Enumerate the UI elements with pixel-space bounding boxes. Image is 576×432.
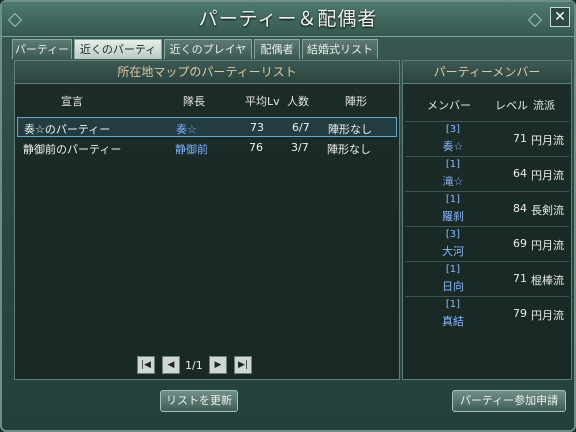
next-page-icon[interactable]: ▶ — [209, 356, 227, 374]
col-name: 宣言 — [61, 95, 83, 108]
page-indicator: 1/1 — [185, 359, 203, 372]
member-group: [1] — [445, 159, 461, 170]
member-style: 円月流 — [531, 169, 564, 182]
party-avg-lv: 73 — [250, 121, 264, 134]
col-count: 人数 — [287, 95, 309, 108]
member-row[interactable]: [3] 大河 69 円月流 — [405, 226, 569, 261]
party-formation: 陣形なし — [327, 143, 371, 156]
members-heading: パーティーメンバー — [403, 61, 571, 84]
party-list-panel: 所在地マップのパーティーリスト 宣言 隊長 平均Lv 人数 陣形 奏☆のパーティ… — [14, 60, 400, 380]
col-formation: 陣形 — [345, 95, 367, 108]
first-page-icon[interactable]: |◀ — [137, 356, 155, 374]
member-level: 71 — [513, 272, 527, 285]
member-row[interactable]: [1] 滝☆ 64 円月流 — [405, 156, 569, 191]
member-name: 滝☆ — [442, 175, 464, 188]
member-level: 79 — [513, 307, 527, 320]
member-name: 真結 — [442, 315, 464, 328]
party-row[interactable]: 奏☆のパーティー 奏☆ 73 6/7 陣形なし — [17, 117, 397, 137]
member-group: [3] — [445, 124, 461, 135]
member-level: 64 — [513, 167, 527, 180]
member-style: 棍棒流 — [531, 274, 564, 287]
member-row[interactable]: [1] 真結 79 円月流 — [405, 296, 569, 331]
party-name: 奏☆のパーティー — [24, 123, 111, 136]
party-join-request-button[interactable]: パーティー参加申請 — [452, 390, 566, 412]
member-level: 71 — [513, 132, 527, 145]
close-button[interactable]: ✕ — [550, 7, 570, 27]
party-leader: 静御前 — [175, 143, 208, 156]
member-group: [1] — [445, 264, 461, 275]
members-panel: パーティーメンバー メンバー レベル 流派 [3] 奏☆ 71 円月流 [1] … — [402, 60, 572, 380]
member-group: [1] — [445, 194, 461, 205]
col-avg-lv: 平均Lv — [245, 95, 280, 108]
last-page-icon[interactable]: ▶| — [234, 356, 252, 374]
member-name: 奏☆ — [442, 140, 464, 153]
member-style: 円月流 — [531, 309, 564, 322]
member-name: 大河 — [442, 245, 464, 258]
member-style: 長剣流 — [531, 204, 564, 217]
prev-page-icon[interactable]: ◀ — [162, 356, 180, 374]
window-title: パーティー＆配偶者 — [198, 8, 378, 30]
member-row[interactable]: [1] 羅刹 84 長剣流 — [405, 191, 569, 226]
tab-spouse[interactable]: 配偶者 — [254, 39, 300, 59]
tab-nearby-party[interactable]: 近くのパーティー — [74, 39, 162, 75]
col-level: レベル — [495, 99, 528, 112]
tab-party[interactable]: パーティー — [12, 39, 72, 59]
party-avg-lv: 76 — [249, 141, 263, 154]
party-leader: 奏☆ — [176, 123, 197, 136]
party-formation: 陣形なし — [328, 123, 372, 136]
member-group: [3] — [445, 229, 461, 240]
col-leader: 隊長 — [183, 95, 205, 108]
party-row[interactable]: 静御前のパーティー 静御前 76 3/7 陣形なし — [17, 138, 397, 158]
member-level: 69 — [513, 237, 527, 250]
party-list-heading: 所在地マップのパーティーリスト — [15, 61, 399, 84]
col-style: 流派 — [533, 99, 555, 112]
party-name: 静御前のパーティー — [23, 143, 122, 156]
party-window: パーティー＆配偶者 ✕ パーティー 近くのパーティー 近くのプレイヤー 配偶者 … — [0, 0, 576, 432]
member-row[interactable]: [1] 日向 71 棍棒流 — [405, 261, 569, 296]
member-group: [1] — [445, 299, 461, 310]
member-style: 円月流 — [531, 134, 564, 147]
member-style: 円月流 — [531, 239, 564, 252]
title-bar[interactable]: パーティー＆配偶者 ✕ — [2, 2, 574, 37]
party-count: 6/7 — [292, 121, 310, 134]
member-name: 日向 — [442, 280, 464, 293]
member-row[interactable]: [3] 奏☆ 71 円月流 — [405, 121, 569, 156]
tab-nearby-player[interactable]: 近くのプレイヤー — [164, 39, 252, 75]
tab-wedding-list[interactable]: 結婚式リスト — [302, 39, 378, 59]
col-member: メンバー — [427, 99, 471, 112]
refresh-list-button[interactable]: リストを更新 — [160, 390, 238, 412]
party-count: 3/7 — [291, 141, 309, 154]
member-level: 84 — [513, 202, 527, 215]
member-name: 羅刹 — [442, 210, 464, 223]
